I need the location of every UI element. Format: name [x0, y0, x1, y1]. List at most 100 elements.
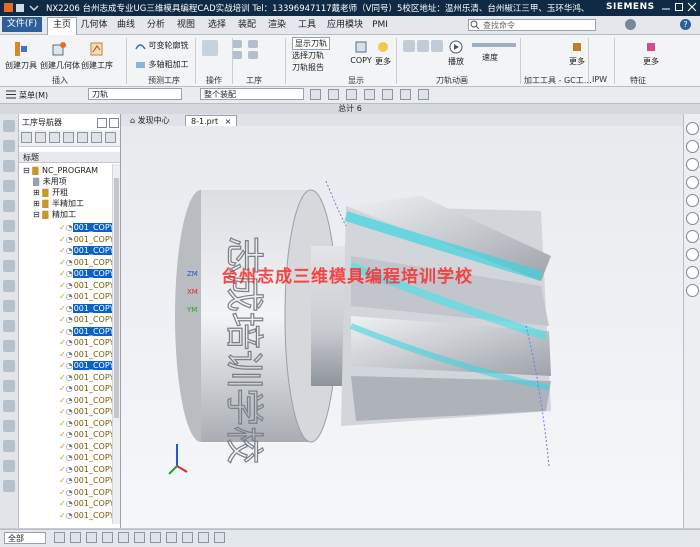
tab-view[interactable]: 视图	[173, 18, 199, 32]
menu-button[interactable]: 菜单(M)	[19, 90, 48, 101]
operation-row[interactable]: ✓◔001_COPY	[59, 303, 116, 314]
speed-slider[interactable]	[472, 43, 516, 47]
create-geometry-button[interactable]: 创建几何体	[40, 40, 80, 71]
animation-controls[interactable]	[403, 40, 443, 54]
reuse-library-icon[interactable]	[3, 240, 15, 252]
tab-pmi[interactable]: PMI	[369, 18, 391, 32]
step-back-icon[interactable]	[417, 40, 429, 52]
tab-assembly[interactable]: 装配	[234, 18, 260, 32]
close-button[interactable]	[686, 1, 698, 13]
process-studio-icon[interactable]	[3, 360, 15, 372]
find-icon[interactable]	[77, 132, 88, 143]
operation-row[interactable]: ✓◔001_COPY	[59, 291, 115, 302]
navigator-menu-icon[interactable]	[97, 118, 107, 128]
operation-row[interactable]: ✓◔001_COPY	[59, 487, 115, 498]
snap-mid-icon[interactable]	[86, 532, 97, 543]
tree-group[interactable]: ⊟ ▇ 精加工	[33, 209, 77, 220]
edit-icon[interactable]	[232, 40, 242, 48]
shading-icon[interactable]	[418, 89, 429, 100]
assembly-navigator-icon[interactable]	[3, 160, 15, 172]
show-icon[interactable]	[686, 212, 699, 225]
operation-row[interactable]: ✓◔001_COPY	[59, 280, 115, 291]
toolpath-report-button[interactable]: 刀轨报告	[292, 62, 324, 73]
material-icon[interactable]	[686, 176, 699, 189]
scope-select[interactable]: 整个装配	[200, 88, 304, 100]
operation-row[interactable]: ✓◔001_COPY	[59, 498, 115, 509]
operation-row[interactable]: ✓◔001_COPY	[59, 245, 116, 256]
tab-curve[interactable]: 曲线	[113, 18, 139, 32]
navigator-close-icon[interactable]	[109, 118, 119, 128]
operation-row[interactable]: ✓◔001_COPY	[59, 464, 115, 475]
show-toolpath-button[interactable]: 显示刀轨	[292, 37, 330, 50]
fit-icon[interactable]	[346, 89, 357, 100]
more-button-tools[interactable]: 更多	[566, 40, 588, 67]
cam-tools-icon[interactable]	[3, 400, 15, 412]
multi-axis-rough-button[interactable]: 多轴粗加工	[135, 59, 189, 70]
snap-tangent-icon[interactable]	[150, 532, 161, 543]
section-icon[interactable]	[686, 248, 699, 261]
operation-row[interactable]: ✓◔001_COPY	[59, 314, 115, 325]
collapse-icon[interactable]: ⊟	[23, 166, 30, 175]
expand-icon[interactable]: ⊞	[33, 188, 40, 197]
machine-tool-view-icon[interactable]	[35, 132, 46, 143]
operation-row[interactable]: ✓◔001_COPY	[59, 349, 115, 360]
snap-intersect-icon[interactable]	[134, 532, 145, 543]
file-menu-button[interactable]: 文件(F)	[2, 17, 42, 32]
expand-icon[interactable]: ⊞	[33, 199, 40, 208]
minimize-button[interactable]	[660, 1, 672, 13]
snap-face-icon[interactable]	[198, 532, 209, 543]
operation-row[interactable]: ✓◔001_COPY	[59, 257, 115, 268]
snap-center-icon[interactable]	[102, 532, 113, 543]
method-view-icon[interactable]	[63, 132, 74, 143]
measure-icon[interactable]	[3, 420, 15, 432]
tab-discovery-center[interactable]: ⌂ 发现中心	[125, 115, 175, 126]
display-icon[interactable]	[3, 460, 15, 472]
collapse-icon[interactable]: ⊟	[33, 210, 40, 219]
machine-tool-icon[interactable]	[3, 180, 15, 192]
operation-row[interactable]: ✓◔001_COPY	[59, 452, 115, 463]
tree-root[interactable]: ⊟ ▇ NC_PROGRAM	[23, 165, 99, 176]
copy-button[interactable]: COPY	[350, 40, 372, 65]
geometry-view-icon[interactable]	[3, 220, 15, 232]
system-materials-icon[interactable]	[3, 340, 15, 352]
tab-home[interactable]: 主页	[47, 17, 77, 35]
operation-row[interactable]: ✓◔001_COPY	[59, 429, 115, 440]
play-button[interactable]: 播放	[446, 40, 466, 67]
play-icon[interactable]	[686, 122, 699, 135]
snap-grid-icon[interactable]	[182, 532, 193, 543]
web-browser-icon[interactable]	[3, 280, 15, 292]
quick-access-icons[interactable]	[4, 3, 40, 13]
more-button-feature[interactable]: 更多	[640, 40, 662, 67]
operation-row[interactable]: ✓◔001_COPY	[59, 222, 116, 233]
scrollbar-thumb[interactable]	[114, 178, 119, 418]
tab-select[interactable]: 选择	[204, 18, 230, 32]
navigator-icon[interactable]	[3, 120, 15, 132]
tree-group[interactable]: ⊞ ▇ 半精加工	[33, 198, 85, 209]
tab-tools[interactable]: 工具	[294, 18, 320, 32]
snap-point-icon[interactable]	[54, 532, 65, 543]
tree-group[interactable]: ⊞ ▇ 开粗	[33, 187, 69, 198]
program-order-view-icon[interactable]	[21, 132, 32, 143]
tab-analysis[interactable]: 分析	[143, 18, 169, 32]
operation-row[interactable]: ✓◔001_COPY	[59, 406, 115, 417]
operation-row[interactable]: ✓◔001_COPY	[59, 510, 115, 521]
history-icon[interactable]	[3, 260, 15, 272]
variable-contour-button[interactable]: 可变轮廓铣	[135, 40, 189, 51]
fit-view-icon[interactable]	[686, 266, 699, 279]
hide-icon[interactable]	[686, 194, 699, 207]
orient-icon[interactable]	[686, 230, 699, 243]
tree-unused[interactable]: ▇ 未用项	[33, 176, 68, 187]
operation-row[interactable]: ✓◔001_COPY	[59, 234, 115, 245]
tab-render[interactable]: 渲染	[264, 18, 290, 32]
close-icon[interactable]: ×	[225, 117, 232, 126]
manufacturing-wizard-icon[interactable]	[3, 380, 15, 392]
command-search-input[interactable]: 查找命令	[468, 19, 596, 31]
operation-row[interactable]: ✓◔001_COPY	[59, 441, 115, 452]
clock-icon[interactable]	[3, 440, 15, 452]
graphics-viewport[interactable]: 志成培训学校 ZM XM YM 台州志成三维模具编程培训学校	[121, 126, 683, 528]
step-forward-icon[interactable]	[431, 40, 443, 52]
snap-quadrant-icon[interactable]	[118, 532, 129, 543]
select-toolpath-button[interactable]: 选择刀轨	[292, 50, 324, 61]
zoom-icon[interactable]	[364, 89, 375, 100]
column-header-title[interactable]: 标题	[19, 152, 120, 163]
